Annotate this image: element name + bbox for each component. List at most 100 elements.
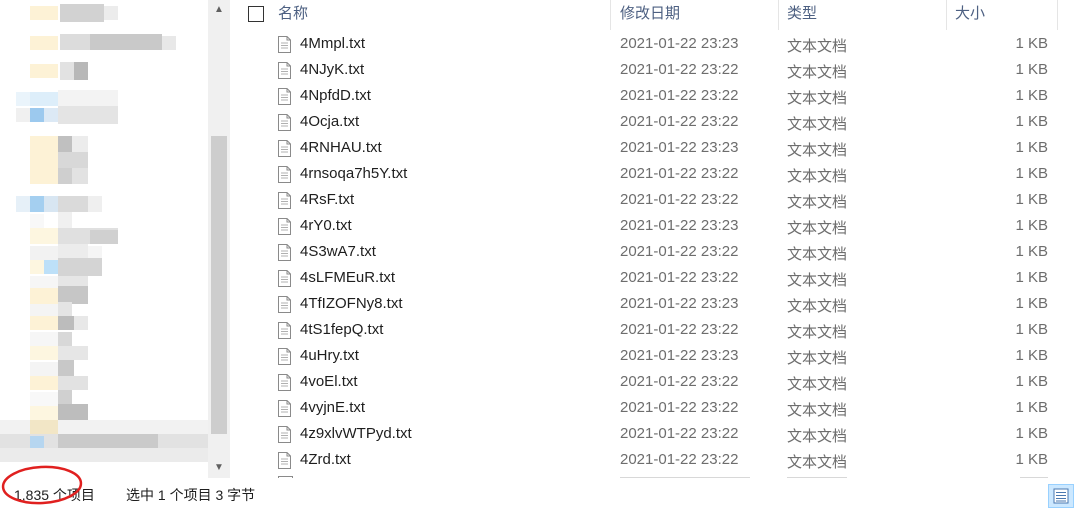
select-all-checkbox[interactable] xyxy=(248,6,264,22)
column-name[interactable]: 名称 xyxy=(278,0,308,30)
file-size: 1 KB xyxy=(1015,217,1048,234)
file-name[interactable]: 4NpfdD.txt xyxy=(300,87,371,104)
file-type: 文本文档 xyxy=(787,220,848,237)
navigation-pane[interactable]: ▲ ▼ xyxy=(0,0,230,478)
file-name[interactable]: 4Mmpl.txt xyxy=(300,35,365,52)
selection-info: 选中 1 个项目 3 字节 xyxy=(126,487,256,503)
scroll-up-arrow-icon[interactable]: ▲ xyxy=(208,0,230,20)
file-list[interactable]: 名称 ⌃ 修改日期 类型 大小 4Mmpl.txt 2021-01-22 23:2… xyxy=(230,0,1080,478)
file-row[interactable]: 4rnsoqa7h5Y.txt 2021-01-22 23:22 文本文档 1 KB xyxy=(230,162,1080,188)
file-size: 1 KB xyxy=(1015,139,1048,156)
blurred-tree-block xyxy=(58,404,88,420)
file-size: 1 KB xyxy=(1015,165,1048,182)
blurred-tree-block xyxy=(162,36,176,50)
file-row[interactable]: 4RsF.txt 2021-01-22 23:22 文本文档 1 KB xyxy=(230,188,1080,214)
column-type[interactable]: 类型 xyxy=(787,0,817,30)
file-row[interactable]: 4RNHAU.txt 2021-01-22 23:23 文本文档 1 KB xyxy=(230,136,1080,162)
blurred-tree-block xyxy=(30,246,58,260)
file-row[interactable]: 4sLFMEuR.txt 2021-01-22 23:22 文本文档 1 KB xyxy=(230,266,1080,292)
text-file-icon xyxy=(278,348,291,365)
file-type: 文本文档 xyxy=(787,454,848,471)
file-name[interactable]: 4TfIZOFNy8.txt xyxy=(300,295,403,312)
file-date-modified: 2021-01-22 23:23 xyxy=(620,347,739,364)
file-name[interactable]: 4Ocja.txt xyxy=(300,113,359,130)
file-row[interactable]: 4uHry.txt 2021-01-22 23:23 文本文档 1 KB xyxy=(230,344,1080,370)
file-date-modified: 2021-01-22 23:22 xyxy=(620,243,739,260)
blurred-tree-block xyxy=(104,6,118,20)
file-row[interactable]: 4tS1fepQ.txt 2021-01-22 23:22 文本文档 1 KB xyxy=(230,318,1080,344)
file-row[interactable]: 4TfIZOFNy8.txt 2021-01-22 23:23 文本文档 1 KB xyxy=(230,292,1080,318)
file-name[interactable]: 4vyjnE.txt xyxy=(300,399,365,416)
file-name[interactable]: 4NJyK.txt xyxy=(300,61,364,78)
blurred-tree-block xyxy=(30,420,58,434)
file-row[interactable]: 4Mmpl.txt 2021-01-22 23:23 文本文档 1 KB xyxy=(230,32,1080,58)
blurred-tree-block xyxy=(58,196,88,212)
file-date-modified: 2021-01-22 23:23 xyxy=(620,217,739,234)
file-name[interactable]: 4sLFMEuR.txt xyxy=(300,269,395,286)
file-type: 文本文档 xyxy=(787,64,848,81)
file-type: 文本文档 xyxy=(787,142,848,159)
text-file-icon xyxy=(278,166,291,183)
file-row[interactable]: 4z9xlvWTPyd.txt 2021-01-22 23:22 文本文档 1 KB xyxy=(230,422,1080,448)
text-file-icon xyxy=(278,270,291,287)
file-name[interactable]: 4rY0.txt xyxy=(300,217,352,234)
text-file-icon xyxy=(278,374,291,391)
file-name[interactable]: 4RNHAU.txt xyxy=(300,139,382,156)
file-date-modified: 2021-01-22 23:23 xyxy=(620,295,739,312)
text-file-icon xyxy=(278,192,291,209)
blurred-tree-block xyxy=(58,136,72,152)
file-row[interactable]: 4voEl.txt 2021-01-22 23:22 文本文档 1 KB xyxy=(230,370,1080,396)
file-date-modified: 2021-01-22 23:22 xyxy=(620,399,739,416)
file-type: 文本文档 xyxy=(787,194,848,211)
file-name[interactable]: 4Zrd.txt xyxy=(300,451,351,468)
column-divider[interactable] xyxy=(778,0,779,30)
blurred-tree-block xyxy=(60,62,74,80)
file-type: 文本文档 xyxy=(787,324,848,341)
file-row[interactable]: 4NpfdD.txt 2021-01-22 23:22 文本文档 1 KB xyxy=(230,84,1080,110)
column-date-modified[interactable]: 修改日期 xyxy=(620,0,680,30)
blurred-tree-block xyxy=(30,92,58,106)
file-name[interactable]: 4tS1fepQ.txt xyxy=(300,321,383,338)
column-divider[interactable] xyxy=(610,0,611,30)
file-name[interactable]: 4S3wA7.txt xyxy=(300,243,376,260)
blurred-tree-block xyxy=(30,288,58,304)
file-size: 1 KB xyxy=(1015,269,1048,286)
file-row[interactable]: 4Zrd.txt 2021-01-22 23:22 文本文档 1 KB xyxy=(230,448,1080,474)
blurred-tree-block xyxy=(72,168,88,184)
file-row[interactable]: 4S3wA7.txt 2021-01-22 23:22 文本文档 1 KB xyxy=(230,240,1080,266)
blurred-tree-block xyxy=(88,196,102,212)
blurred-tree-block xyxy=(72,136,88,152)
file-row[interactable]: 4Ocja.txt 2021-01-22 23:22 文本文档 1 KB xyxy=(230,110,1080,136)
column-divider[interactable] xyxy=(1057,0,1058,30)
scrollbar-thumb[interactable] xyxy=(211,136,227,434)
file-size: 1 KB xyxy=(1015,295,1048,312)
file-row[interactable]: 4rY0.txt 2021-01-22 23:23 文本文档 1 KB xyxy=(230,214,1080,240)
blurred-tree-block xyxy=(30,228,58,244)
file-name[interactable]: 4uHry.txt xyxy=(300,347,359,364)
blurred-tree-block xyxy=(30,196,44,212)
sort-caret-icon: ⌃ xyxy=(426,0,434,5)
navigation-scrollbar[interactable]: ▲ ▼ xyxy=(208,0,230,478)
file-size: 1 KB xyxy=(1015,399,1048,416)
text-file-icon xyxy=(278,36,291,53)
column-size[interactable]: 大小 xyxy=(955,0,985,30)
file-type: 文本文档 xyxy=(787,168,848,185)
file-name[interactable]: 4RsF.txt xyxy=(300,191,354,208)
scroll-down-arrow-icon[interactable]: ▼ xyxy=(208,458,230,478)
blurred-tree-block xyxy=(30,168,58,184)
file-date-modified: 2021-01-22 23:22 xyxy=(620,321,739,338)
file-type: 文本文档 xyxy=(787,376,848,393)
text-file-icon xyxy=(278,140,291,157)
blurred-tree-block xyxy=(30,376,58,390)
file-row[interactable]: 4vyjnE.txt 2021-01-22 23:22 文本文档 1 KB xyxy=(230,396,1080,422)
details-view-icon[interactable] xyxy=(1048,484,1074,508)
file-name[interactable]: 4rnsoqa7h5Y.txt xyxy=(300,165,407,182)
file-row[interactable]: 4NJyK.txt 2021-01-22 23:22 文本文档 1 KB xyxy=(230,58,1080,84)
blurred-tree-block xyxy=(58,90,118,106)
file-name[interactable]: 4voEl.txt xyxy=(300,373,358,390)
blurred-tree-block xyxy=(60,34,90,50)
column-divider[interactable] xyxy=(946,0,947,30)
file-size: 1 KB xyxy=(1015,321,1048,338)
file-name[interactable]: 4z9xlvWTPyd.txt xyxy=(300,425,412,442)
blurred-tree-block xyxy=(58,316,74,330)
